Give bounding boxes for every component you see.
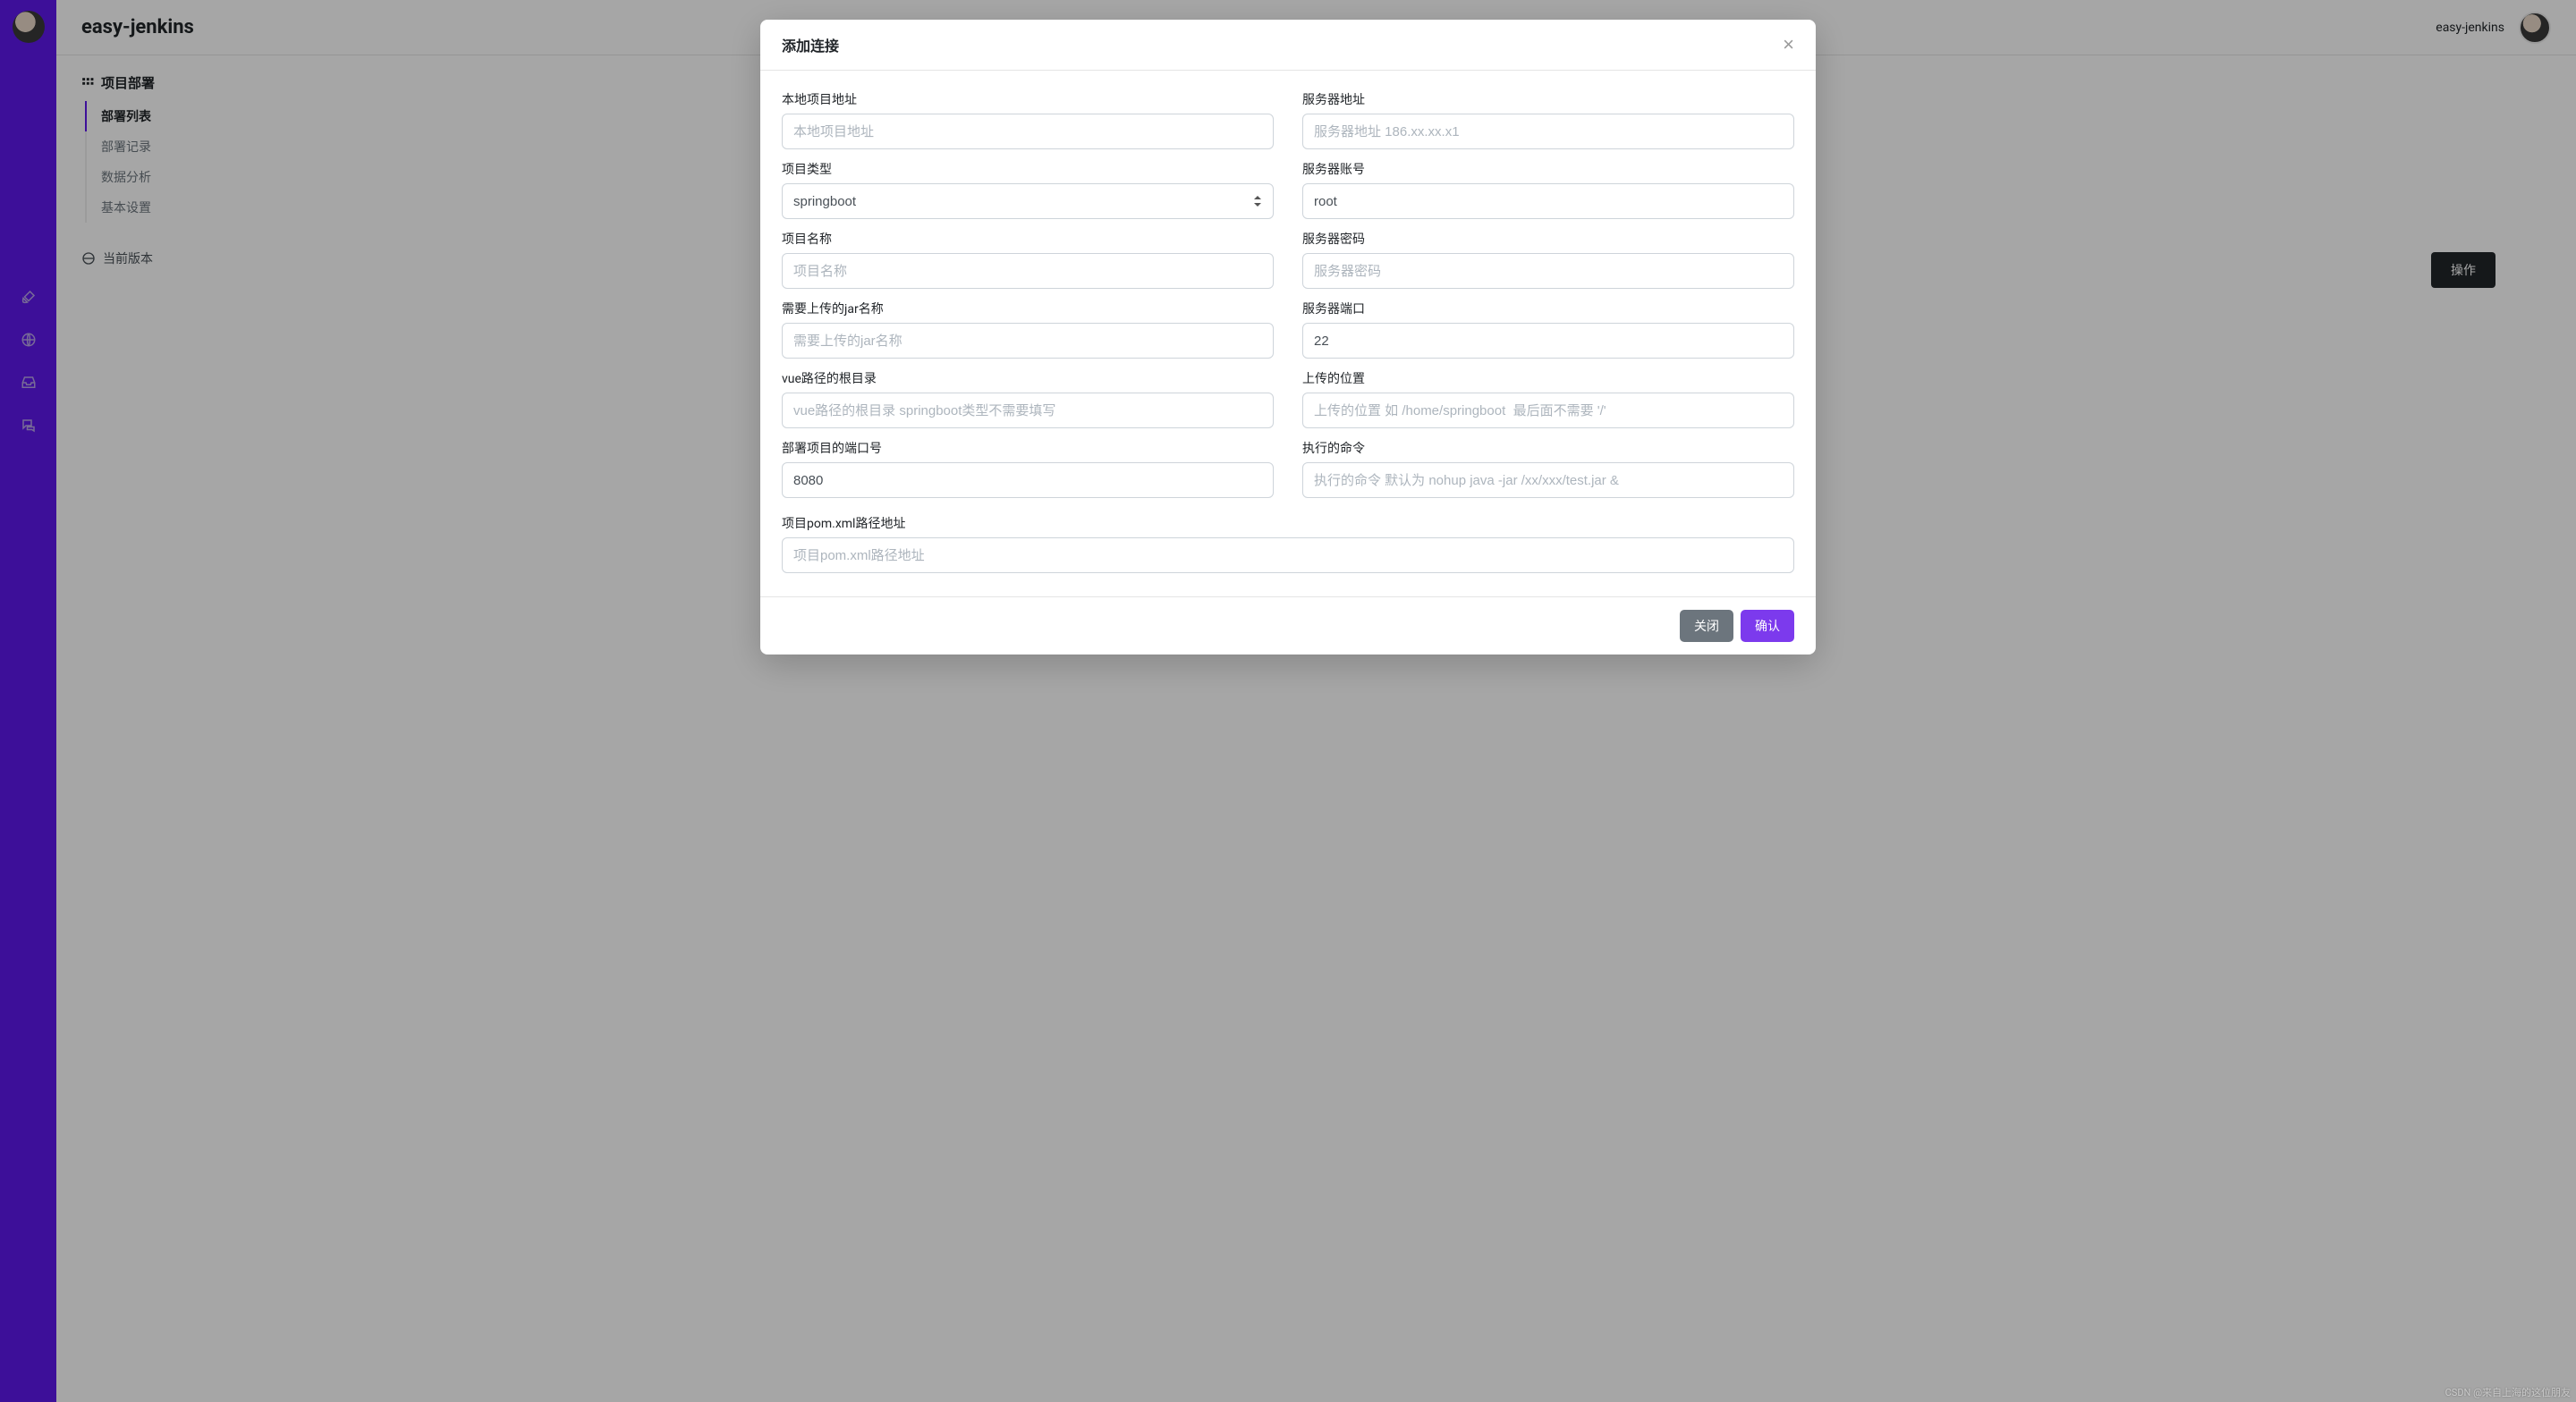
label-server-password: 服务器密码 (1302, 230, 1794, 248)
label-upload-location: 上传的位置 (1302, 369, 1794, 387)
label-exec-command: 执行的命令 (1302, 439, 1794, 457)
modal-footer: 关闭 确认 (760, 596, 1816, 655)
input-server-account[interactable] (1302, 183, 1794, 219)
label-server-account: 服务器账号 (1302, 160, 1794, 178)
input-exec-command[interactable] (1302, 462, 1794, 498)
modal-body: 本地项目地址 项目类型 springboot 项目名称 需要上传的jar名称 v… (760, 71, 1816, 525)
select-project-type[interactable]: springboot (782, 183, 1274, 219)
input-server-port[interactable] (1302, 323, 1794, 359)
input-vue-root[interactable] (782, 393, 1274, 428)
input-project-name[interactable] (782, 253, 1274, 289)
modal-right-column: 服务器地址 服务器账号 服务器密码 服务器端口 上传的位置 执行的命令 (1302, 87, 1794, 505)
input-server-address[interactable] (1302, 114, 1794, 149)
modal-title: 添加连接 (782, 34, 839, 55)
modal-add-connection: 添加连接 × 本地项目地址 项目类型 springboot 项目名称 需要上传的… (760, 20, 1816, 655)
close-button[interactable]: 关闭 (1680, 610, 1733, 642)
label-jar-name: 需要上传的jar名称 (782, 300, 1274, 317)
input-jar-name[interactable] (782, 323, 1274, 359)
label-local-project-path: 本地项目地址 (782, 90, 1274, 108)
modal-header: 添加连接 × (760, 20, 1816, 71)
label-pom-path: 项目pom.xml路径地址 (782, 514, 1794, 532)
watermark: CSDN @来自上海的这位朋友 (2445, 1385, 2571, 1399)
close-icon[interactable]: × (1783, 35, 1794, 55)
label-vue-root: vue路径的根目录 (782, 369, 1274, 387)
confirm-button[interactable]: 确认 (1741, 610, 1794, 642)
label-server-port: 服务器端口 (1302, 300, 1794, 317)
label-project-type: 项目类型 (782, 160, 1274, 178)
input-pom-path[interactable] (782, 537, 1794, 573)
modal-left-column: 本地项目地址 项目类型 springboot 项目名称 需要上传的jar名称 v… (782, 87, 1274, 505)
modal-overlay: 添加连接 × 本地项目地址 项目类型 springboot 项目名称 需要上传的… (0, 0, 2576, 1402)
modal-full-row: 项目pom.xml路径地址 (760, 525, 1816, 596)
label-project-name: 项目名称 (782, 230, 1274, 248)
label-server-address: 服务器地址 (1302, 90, 1794, 108)
input-deploy-port[interactable] (782, 462, 1274, 498)
label-deploy-port: 部署项目的端口号 (782, 439, 1274, 457)
input-server-password[interactable] (1302, 253, 1794, 289)
input-upload-location[interactable] (1302, 393, 1794, 428)
input-local-project-path[interactable] (782, 114, 1274, 149)
